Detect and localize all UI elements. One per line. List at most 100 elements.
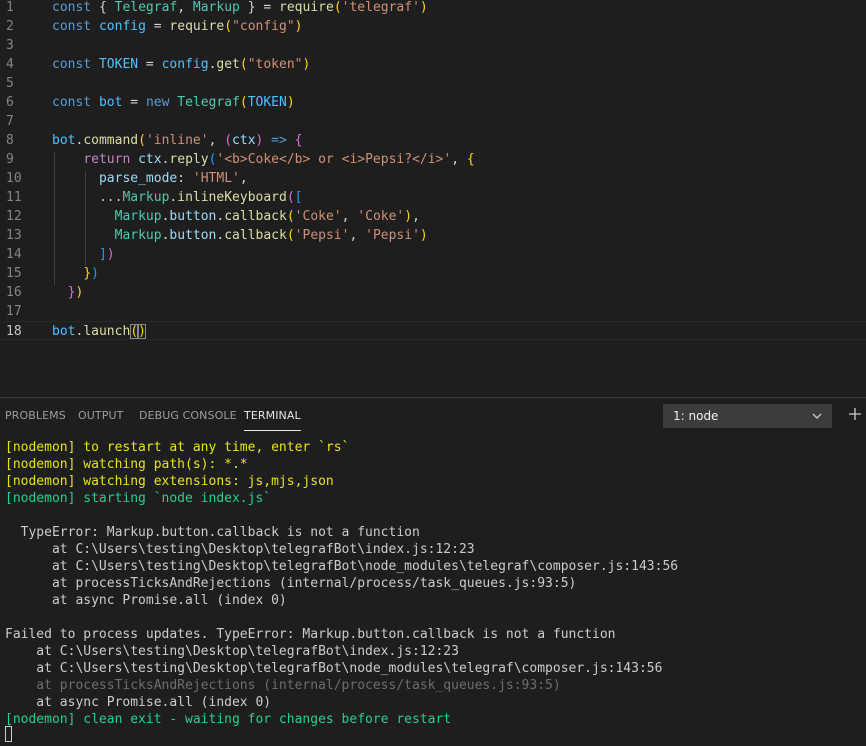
- code-token: (: [286, 209, 295, 224]
- bottom-panel: PROBLEMS OUTPUT DEBUG CONSOLE TERMINAL 1: n…: [0, 397, 866, 746]
- code-text: return ctx.reply('<b>Coke</b> or <i>Peps…: [52, 150, 475, 169]
- code-token: Telegraf: [177, 95, 240, 110]
- code-token: (: [333, 0, 342, 15]
- line-number: 7: [6, 114, 14, 129]
- code-token: [: [294, 190, 303, 205]
- terminal-line: at processTicksAndRejections (internal/p…: [5, 678, 561, 693]
- terminal-line: at processTicksAndRejections (internal/p…: [5, 576, 577, 591]
- line-number: 11: [6, 190, 22, 205]
- terminal-line: at async Promise.all (index 0): [5, 695, 272, 710]
- code-line[interactable]: 5: [0, 74, 866, 93]
- code-token: {: [98, 0, 115, 15]
- code-token: reply: [169, 152, 209, 167]
- code-line[interactable]: 7: [0, 112, 866, 131]
- tab-terminal[interactable]: TERMINAL: [244, 409, 301, 431]
- code-token: TOKEN: [98, 57, 139, 72]
- terminal-select-value: 1: node: [673, 409, 719, 423]
- code-token: button: [169, 228, 217, 243]
- code-token: (: [239, 95, 248, 110]
- line-number: 18: [6, 324, 22, 339]
- code-line[interactable]: 3: [0, 36, 866, 55]
- code-token: 'Pepsi': [294, 228, 350, 243]
- code-token: =>: [263, 133, 295, 148]
- vscode-window: 1 const { Telegraf, Markup } = require('t…: [0, 0, 866, 746]
- code-token: 'inline': [145, 133, 209, 148]
- code-line[interactable]: 2 const config = require("config"): [0, 17, 866, 36]
- tab-problems[interactable]: PROBLEMS: [5, 409, 66, 422]
- code-token: (: [130, 324, 139, 339]
- terminal-select[interactable]: 1: node: [663, 404, 832, 428]
- code-line[interactable]: 9 return ctx.reply('<b>Coke</b> or <i>Pe…: [0, 150, 866, 169]
- code-text: Markup.button.callback('Pepsi', 'Pepsi'): [52, 226, 428, 245]
- code-token: 'telegraf': [341, 0, 420, 15]
- code-line[interactable]: 18 bot.launch(): [0, 321, 866, 340]
- line-number: 8: [6, 133, 14, 148]
- code-token: =: [122, 95, 146, 110]
- terminal-output[interactable]: [nodemon] to restart at any time, enter …: [0, 436, 866, 746]
- terminal-line: Failed to process updates. TypeError: Ma…: [5, 627, 616, 642]
- code-token: "config": [232, 19, 295, 34]
- code-token: ,: [451, 152, 467, 167]
- code-token: config: [161, 57, 209, 72]
- tab-debug-console[interactable]: DEBUG CONSOLE: [139, 409, 237, 422]
- code-token: 'HTML': [192, 171, 240, 186]
- code-token: ...: [52, 190, 123, 205]
- line-number: 12: [6, 209, 22, 224]
- code-text: const config = require("config"): [52, 17, 303, 36]
- code-token: ,: [177, 0, 193, 15]
- terminal-line: at C:\Users\testing\Desktop\telegrafBot\…: [5, 559, 679, 574]
- code-token: Markup: [192, 0, 240, 15]
- code-line[interactable]: 11 ...Markup.inlineKeyboard([: [0, 188, 866, 207]
- code-line[interactable]: 12 Markup.button.callback('Coke', 'Coke'…: [0, 207, 866, 226]
- code-text: ...Markup.inlineKeyboard([: [52, 188, 303, 207]
- tab-output[interactable]: OUTPUT: [78, 409, 123, 422]
- line-number: 2: [6, 19, 14, 34]
- code-line[interactable]: 16 }): [0, 283, 866, 302]
- code-line[interactable]: 17: [0, 302, 866, 321]
- code-token: callback: [224, 209, 287, 224]
- code-token: ): [91, 266, 99, 281]
- code-token: launch: [83, 324, 131, 339]
- code-token: } =: [239, 0, 280, 15]
- line-number: 1: [6, 0, 14, 15]
- code-token: config: [98, 19, 146, 34]
- code-token: inlineKeyboard: [177, 190, 287, 205]
- code-token: require: [279, 0, 334, 15]
- code-token: 'Coke': [357, 209, 405, 224]
- code-line[interactable]: 4 const TOKEN = config.get("token"): [0, 55, 866, 74]
- code-token: ): [302, 57, 311, 72]
- code-line[interactable]: 15 }): [0, 264, 866, 283]
- code-line[interactable]: 10 parse_mode: 'HTML',: [0, 169, 866, 188]
- line-number: 4: [6, 57, 14, 72]
- code-token: ctx: [232, 133, 256, 148]
- terminal-line: [nodemon] clean exit - waiting for chang…: [5, 712, 452, 727]
- code-token: bot: [98, 95, 123, 110]
- code-token: button: [169, 209, 217, 224]
- code-editor[interactable]: 1 const { Telegraf, Markup } = require('t…: [0, 0, 866, 397]
- code-text: bot.launch(): [52, 322, 146, 341]
- code-token: =: [145, 19, 170, 34]
- code-token: ): [419, 228, 428, 243]
- plus-icon[interactable]: [847, 406, 863, 422]
- code-token: new: [145, 95, 178, 110]
- code-line[interactable]: 13 Markup.button.callback('Pepsi', 'Peps…: [0, 226, 866, 245]
- code-token: ,: [412, 209, 420, 224]
- terminal-line: [nodemon] watching path(s): *.*: [5, 457, 248, 472]
- code-token: (: [286, 228, 295, 243]
- code-token: }: [83, 266, 92, 281]
- code-token: const: [52, 0, 99, 15]
- code-token: (: [286, 190, 295, 205]
- code-token: const: [52, 19, 99, 34]
- terminal-line: at C:\Users\testing\Desktop\telegrafBot\…: [5, 542, 475, 557]
- line-number: 13: [6, 228, 22, 243]
- code-line[interactable]: 1 const { Telegraf, Markup } = require('t…: [0, 0, 866, 17]
- code-token: ): [419, 0, 428, 15]
- code-line[interactable]: 6 const bot = new Telegraf(TOKEN): [0, 93, 866, 112]
- code-token: {: [466, 152, 475, 167]
- code-text: const bot = new Telegraf(TOKEN): [52, 93, 295, 112]
- code-line[interactable]: 14 ]): [0, 245, 866, 264]
- code-line[interactable]: 8 bot.command('inline', (ctx) => {: [0, 131, 866, 150]
